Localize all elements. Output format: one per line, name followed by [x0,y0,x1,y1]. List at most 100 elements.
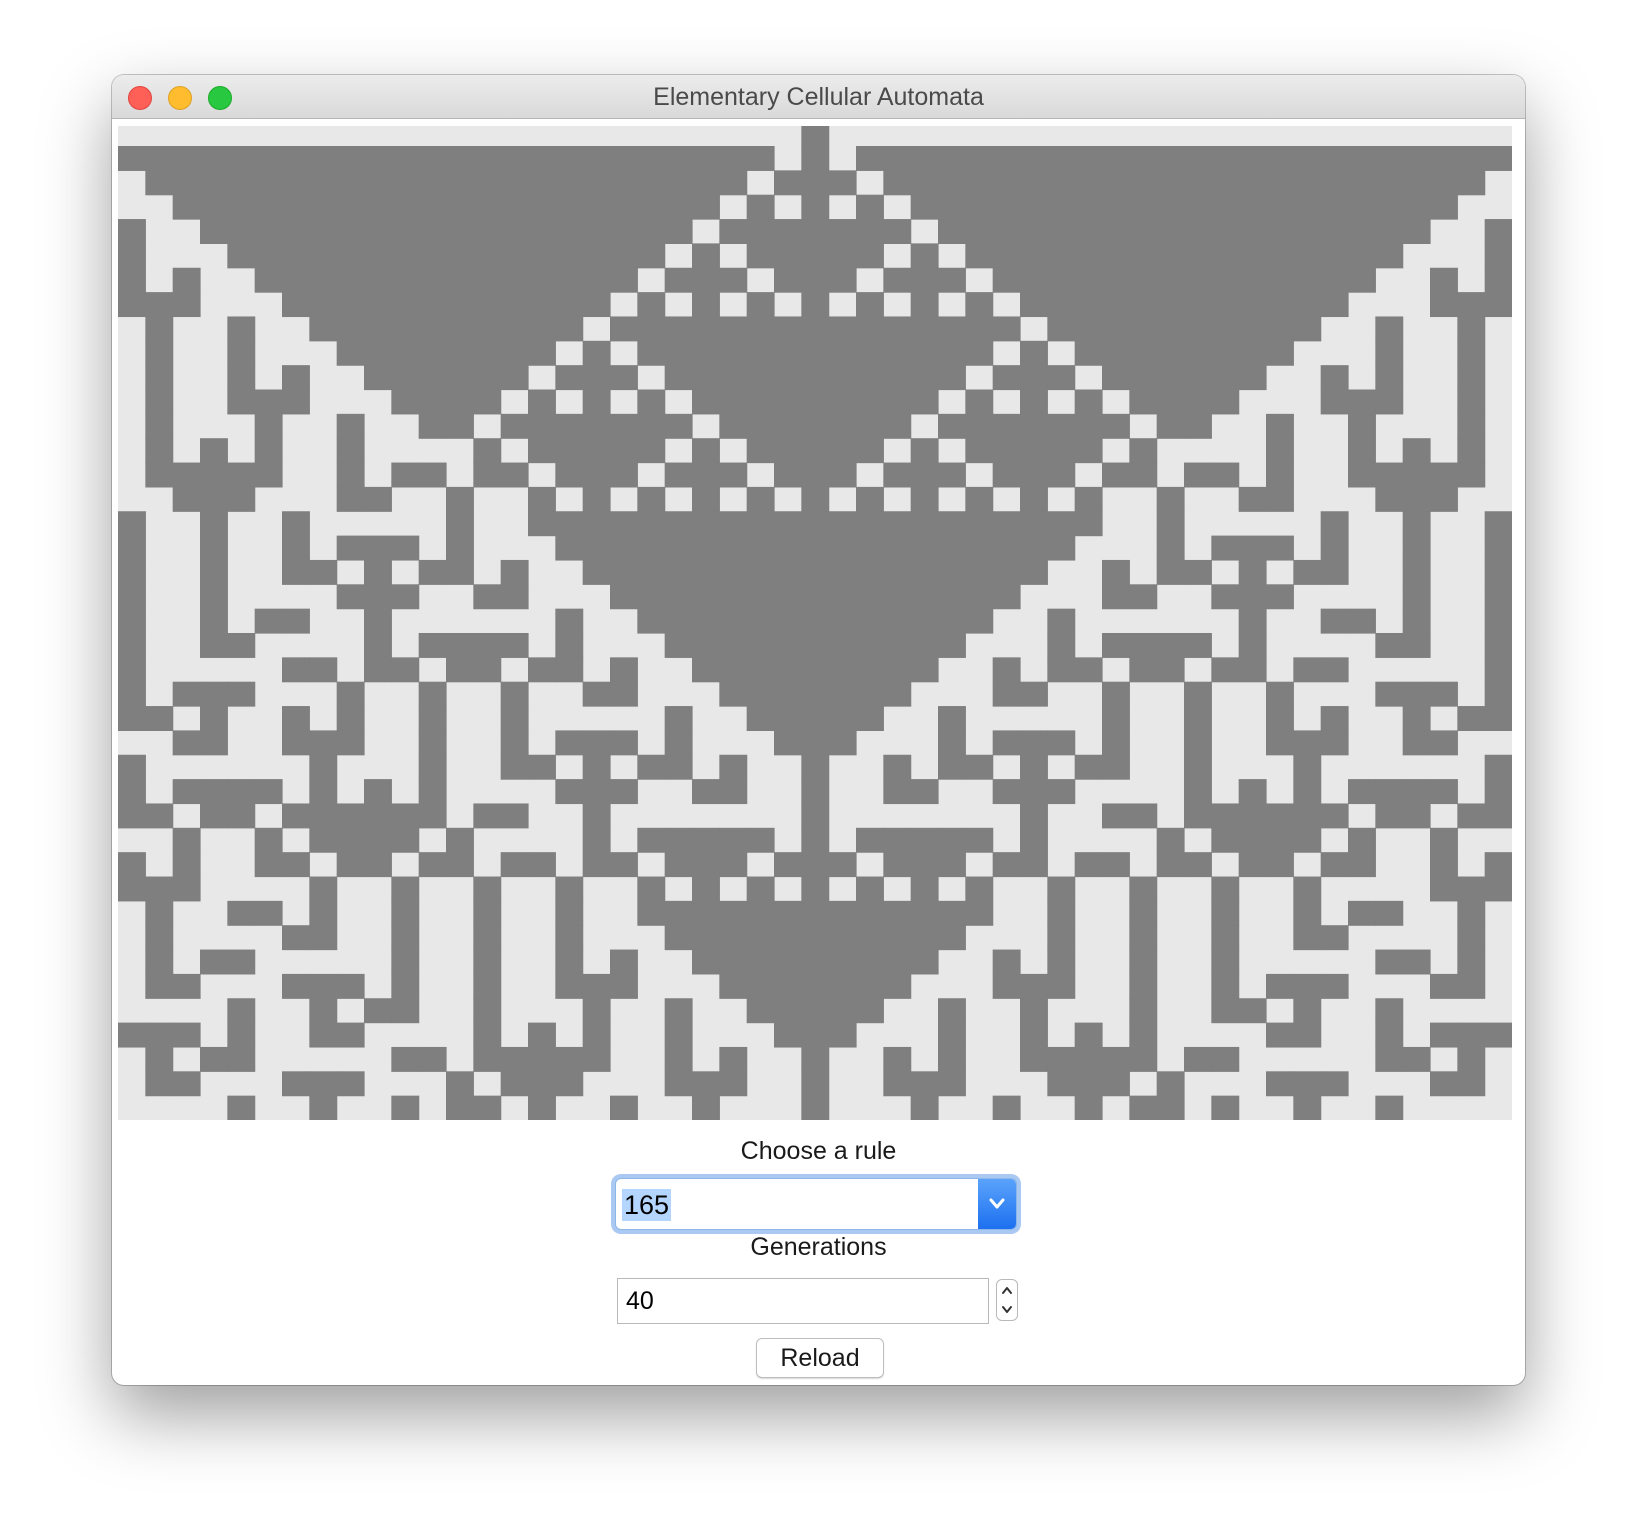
cell-r35-c6 [282,973,310,999]
cell-r4-c37 [1129,219,1158,244]
cell-r4-c33 [1020,219,1048,244]
cell-r16-c28 [883,511,912,537]
cell-r22-c41 [1238,657,1267,683]
cell-r32-c7 [309,900,338,926]
cell-r3-c7 [309,194,338,220]
cell-r7-c33 [1020,292,1048,318]
cell-r1-c0 [118,146,146,171]
cell-r22-c10 [391,657,420,683]
cell-r4-c4 [227,219,256,244]
cell-r5-c4 [227,243,256,269]
cell-r23-c24 [774,681,802,707]
cell-r29-c40 [1211,827,1240,853]
cell-r9-c41 [1238,340,1267,366]
cell-r36-c23 [746,998,775,1024]
cell-r15-c21 [692,486,720,512]
cell-r18-c43 [1293,559,1322,585]
cell-r37-c13 [473,1022,502,1048]
cell-r27-c50 [1484,779,1512,805]
cell-r29-c25 [801,827,830,853]
cell-r5-c33 [1020,243,1048,269]
cell-r25-c26 [828,730,857,756]
cell-r37-c15 [528,1022,556,1048]
title-bar[interactable]: Elementary Cellular Automata [112,75,1525,119]
cell-r11-c44 [1320,389,1349,415]
cell-r34-c46 [1375,949,1404,975]
cell-r2-c2 [172,170,201,196]
cell-r2-c22 [719,170,748,196]
cell-r2-c21 [692,170,720,196]
cell-r13-c35 [1074,438,1103,464]
cell-r39-c34 [1047,1071,1076,1097]
cell-r22-c7 [309,657,338,683]
rule-combo-box[interactable]: 165 [615,1178,1017,1230]
generations-input[interactable] [617,1278,989,1324]
cell-r19-c47 [1402,584,1431,610]
cell-r21-c29 [910,633,939,658]
cell-r23-c50 [1484,681,1512,707]
cell-r36-c30 [938,998,966,1024]
cell-r3-c23 [746,194,775,220]
rule-value[interactable]: 165 [622,1189,672,1221]
cell-r14-c10 [391,462,420,488]
cell-r7-c8 [336,292,365,318]
cell-r32-c5 [254,900,283,926]
cell-r24-c42 [1266,706,1294,731]
cell-r23-c11 [418,681,447,707]
cell-r28-c10 [391,803,420,829]
stepper-up-button[interactable] [997,1280,1017,1300]
cell-r35-c18 [610,973,638,999]
generations-stepper[interactable] [996,1279,1018,1321]
cell-r4-c9 [364,219,392,244]
cell-r13-c25 [801,438,830,464]
cell-r30-c41 [1238,852,1267,878]
cell-r39-c7 [309,1071,338,1097]
stepper-down-button[interactable] [997,1300,1017,1320]
cell-r37-c17 [582,1022,611,1048]
cell-r12-c49 [1457,413,1486,439]
cell-r27-c0 [118,779,146,805]
cell-r23-c32 [992,681,1021,707]
cell-r35-c13 [473,973,502,999]
cell-r10-c44 [1320,365,1349,391]
cell-r4-c26 [828,219,857,244]
cell-r4-c7 [309,219,338,244]
cell-r10-c26 [828,365,857,391]
cell-r35-c25 [801,973,830,999]
cell-r5-c16 [555,243,584,269]
cell-r2-c16 [555,170,584,196]
cell-r37-c4 [227,1022,256,1048]
cell-r22-c18 [610,657,638,683]
cell-r15-c46 [1375,486,1404,512]
cell-r15-c27 [856,486,884,512]
cell-r14-c20 [664,462,693,488]
cell-r40-c12 [446,1095,474,1120]
reload-button[interactable]: Reload [756,1338,884,1378]
cell-r23-c8 [336,681,365,707]
cell-r26-c19 [637,754,666,780]
cell-r9-c8 [336,340,365,366]
cell-r28-c49 [1457,803,1486,829]
cell-r35-c48 [1430,973,1458,999]
cell-r24-c36 [1102,706,1130,731]
cell-r21-c26 [828,633,857,658]
cell-r30-c15 [528,852,556,878]
cell-r4-c35 [1074,219,1103,244]
cell-r5-c37 [1129,243,1158,269]
cell-r7-c13 [473,292,502,318]
cell-r13-c8 [336,438,365,464]
cell-r10-c46 [1375,365,1404,391]
cell-r5-c43 [1293,243,1322,269]
cell-r8-c20 [664,316,693,342]
cell-r34-c3 [200,949,228,975]
cell-r12-c38 [1156,413,1185,439]
cell-r37-c0 [118,1022,146,1048]
cell-r13-c26 [828,438,857,464]
cell-r1-c13 [473,146,502,171]
cell-r10-c28 [883,365,912,391]
cell-r10-c23 [746,365,775,391]
cell-r40-c4 [227,1095,256,1120]
cell-r22-c6 [282,657,310,683]
cell-r19-c37 [1129,584,1158,610]
rule-dropdown-button[interactable] [978,1179,1016,1229]
